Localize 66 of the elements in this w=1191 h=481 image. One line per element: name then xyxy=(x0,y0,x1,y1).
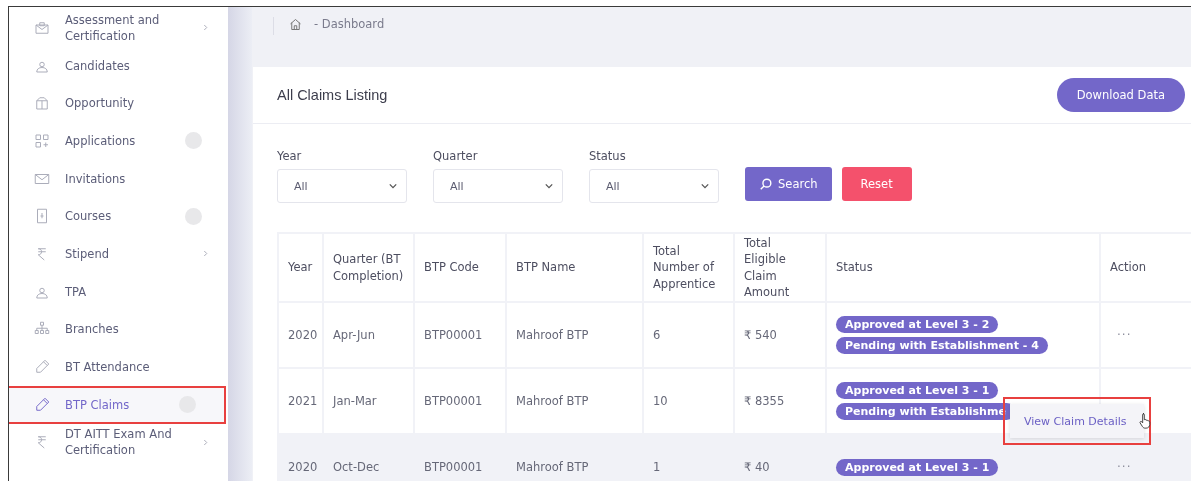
chevron-down-icon xyxy=(701,183,709,189)
column-header: Status xyxy=(836,260,873,275)
table-cell: 1 xyxy=(653,460,661,474)
search-button[interactable]: Search xyxy=(745,167,832,201)
table-cell: ₹ 40 xyxy=(744,460,770,474)
sidebar-item[interactable]: Invitations xyxy=(9,159,228,198)
card-title: All Claims Listing xyxy=(277,87,388,103)
column-header: BTP Code xyxy=(424,260,479,275)
filter-dropdown[interactable]: All xyxy=(589,169,719,203)
sidebar-item[interactable]: TPA xyxy=(9,272,228,311)
menu-item[interactable]: View Claim Details xyxy=(1024,414,1127,428)
filter-label: Year xyxy=(277,149,303,163)
table-cell: 10 xyxy=(653,394,668,408)
chevron-icon xyxy=(203,438,208,446)
sidebar-item[interactable]: Stipend xyxy=(9,235,228,273)
column-header: Action xyxy=(1110,260,1147,275)
table-cell: 6 xyxy=(653,328,661,342)
table-cell: Mahroof BTP xyxy=(516,328,589,342)
reset-button[interactable]: Reset xyxy=(841,167,912,201)
column-header: BTP Name xyxy=(516,260,576,275)
status-badge: Approved at Level 3 - 2 xyxy=(836,316,999,333)
table-cell: 2021 xyxy=(288,394,318,408)
sidebar-item[interactable]: Courses xyxy=(9,197,228,236)
table-cell: BTP00001 xyxy=(424,328,483,342)
filter-dropdown[interactable]: All xyxy=(433,169,563,203)
chevron-down-icon xyxy=(545,183,553,189)
table-cell: Jan-Mar xyxy=(333,394,377,408)
search-icon xyxy=(759,177,773,191)
home-icon[interactable] xyxy=(288,17,303,32)
table-cell: ₹ 8355 xyxy=(744,394,785,408)
actions-menu-button[interactable]: ··· xyxy=(1117,328,1132,342)
column-header: Total Eligible Claim Amount xyxy=(744,235,790,299)
sidebar-item[interactable]: BT Attendance xyxy=(9,348,228,386)
breadcrumb[interactable]: - Dashboard xyxy=(314,17,385,31)
table-cell: BTP00001 xyxy=(424,394,483,408)
table-cell: 2020 xyxy=(288,328,318,342)
sidebar-item[interactable]: Branches xyxy=(9,310,228,349)
sidebar-item[interactable]: Applications xyxy=(9,122,228,160)
sidebar-item[interactable]: Assessment and Certification xyxy=(9,9,228,47)
column-header: Total Number of Apprentice xyxy=(653,243,716,291)
chevron-icon xyxy=(203,24,208,32)
column-header: Year xyxy=(288,260,313,275)
download-button[interactable]: Download Data xyxy=(1056,78,1185,112)
table-cell: Apr-Jun xyxy=(333,328,375,342)
filter-dropdown[interactable]: All xyxy=(277,169,407,203)
chevron-down-icon xyxy=(389,183,397,189)
status-badge: Approved at Level 3 - 1 xyxy=(836,458,999,476)
table-cell: Oct-Dec xyxy=(333,460,380,474)
sidebar-item[interactable]: Candidates xyxy=(9,46,228,85)
chevron-icon xyxy=(203,250,208,258)
table-cell: ₹ 540 xyxy=(744,328,777,342)
status-badge: Pending with Establishment - 4 xyxy=(836,337,1048,354)
menu-item-icon xyxy=(33,131,51,150)
table-cell: 2020 xyxy=(288,460,318,474)
sidebar-item[interactable]: DT AITT Exam And Certification xyxy=(9,423,228,462)
menu-item-icon xyxy=(33,94,51,113)
table-cell: Mahroof BTP xyxy=(516,460,589,474)
table-cell: BTP00001 xyxy=(424,460,483,474)
table-cell: Mahroof BTP xyxy=(516,394,589,408)
filter-label: Status xyxy=(589,149,627,163)
menu-item-icon xyxy=(33,395,51,414)
status-badge: Approved at Level 3 - 1 xyxy=(836,382,999,399)
sidebar-item[interactable]: BTP Claims xyxy=(9,385,226,424)
column-header: Quarter (BT Completion) xyxy=(333,252,404,283)
filter-label: Quarter xyxy=(433,149,479,163)
sidebar-item[interactable]: Opportunity xyxy=(9,84,228,123)
